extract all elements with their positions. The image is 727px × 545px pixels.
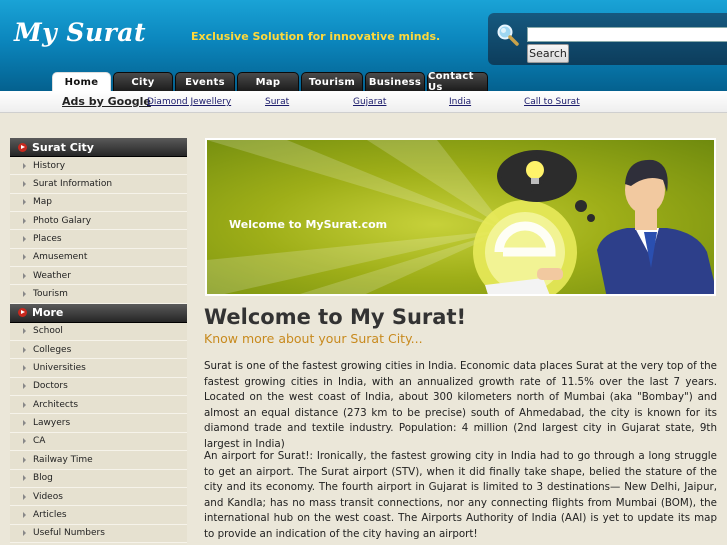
bullet-icon <box>23 254 26 261</box>
page-subtitle: Know more about your Surat City... <box>204 331 423 346</box>
sidebar-item-label: School <box>33 326 63 337</box>
tab-city[interactable]: City <box>113 72 173 91</box>
sidebar-item-label: Tourism <box>33 289 68 300</box>
sidebar-item-universities[interactable]: Universities <box>10 359 187 378</box>
intro-paragraph: Surat is one of the fastest growing citi… <box>204 360 717 450</box>
sidebar-item-places[interactable]: Places <box>10 230 187 249</box>
tab-home[interactable]: Home <box>52 72 111 91</box>
bullet-icon <box>23 328 26 335</box>
arrow-right-icon <box>18 308 27 318</box>
bullet-icon <box>23 272 26 279</box>
tab-business[interactable]: Business <box>365 72 425 91</box>
bullet-icon <box>23 456 26 463</box>
sidebar-heading-surat-city: Surat City <box>10 138 187 157</box>
sidebar-item-railway-time[interactable]: Railway Time <box>10 451 187 470</box>
sidebar-heading-label: More <box>32 306 64 320</box>
bullet-icon <box>23 181 26 188</box>
sidebar-item-label: Railway Time <box>33 454 93 465</box>
ad-link[interactable]: Diamond Jewellery <box>147 97 231 107</box>
airport-paragraph: An airport for Surat!: Ironically, the f… <box>204 450 717 540</box>
sidebar-item-history[interactable]: History <box>10 157 187 176</box>
site-tagline: Exclusive Solution for innovative minds. <box>191 30 441 43</box>
search-input[interactable] <box>527 27 727 42</box>
sidebar-item-ca[interactable]: CA <box>10 432 187 452</box>
bullet-icon <box>23 420 26 427</box>
sidebar-item-lawyers[interactable]: Lawyers <box>10 414 187 433</box>
bullet-icon <box>23 511 26 518</box>
ads-bar: Ads by Google Diamond Jewellery Surat Gu… <box>0 91 727 113</box>
banner-welcome-text: Welcome to MySurat.com <box>229 218 388 231</box>
bullet-icon <box>23 217 26 224</box>
search-icon <box>497 24 519 46</box>
sidebar-item-architects[interactable]: Architects <box>10 396 187 415</box>
sidebar-item-label: History <box>33 160 66 171</box>
tab-map[interactable]: Map <box>237 72 299 91</box>
sidebar-item-articles[interactable]: Articles <box>10 506 187 525</box>
main-nav: Home City Events Map Tourism Business Co… <box>52 71 488 93</box>
sidebar-item-photo-galary[interactable]: Photo Galary <box>10 212 187 231</box>
sidebar-item-map[interactable]: Map <box>10 193 187 213</box>
sidebar-item-label: Photo Galary <box>33 215 92 226</box>
sidebar-item-surat-information[interactable]: Surat Information <box>10 175 187 194</box>
bullet-icon <box>23 236 26 243</box>
ad-link[interactable]: India <box>449 97 471 107</box>
ad-link[interactable]: Gujarat <box>353 97 386 107</box>
search-button[interactable]: Search <box>527 44 569 63</box>
bullet-icon <box>23 365 26 372</box>
sidebar-item-blog[interactable]: Blog <box>10 469 187 488</box>
sidebar-item-useful-numbers[interactable]: Useful Numbers <box>10 524 187 543</box>
sidebar-item-amusement[interactable]: Amusement <box>10 248 187 268</box>
sidebar-item-label: Map <box>33 197 52 208</box>
sidebar-item-school[interactable]: School <box>10 322 187 342</box>
site-logo[interactable]: My Surat <box>14 18 146 47</box>
sidebar-item-videos[interactable]: Videos <box>10 487 187 507</box>
bullet-icon <box>23 291 26 298</box>
bullet-icon <box>23 493 26 500</box>
sidebar-heading-label: Surat City <box>32 140 94 154</box>
sidebar-item-doctors[interactable]: Doctors <box>10 377 187 397</box>
bullet-icon <box>23 530 26 537</box>
sidebar-item-label: Useful Numbers <box>33 528 105 539</box>
sidebar-item-label: Surat Information <box>33 179 113 190</box>
ads-by-google-label[interactable]: Ads by Google <box>62 95 151 108</box>
sidebar-item-colleges[interactable]: Colleges <box>10 341 187 360</box>
tab-events[interactable]: Events <box>175 72 235 91</box>
sidebar-item-label: Lawyers <box>33 418 71 429</box>
sidebar-item-tourism[interactable]: Tourism <box>10 285 187 304</box>
search-panel: Search <box>488 13 727 65</box>
bullet-icon <box>23 475 26 482</box>
sidebar-item-label: Videos <box>33 491 63 502</box>
bullet-icon <box>23 383 26 390</box>
site-header: My Surat Exclusive Solution for innovati… <box>0 0 727 93</box>
tab-contact-us[interactable]: Contact Us <box>427 71 488 93</box>
bullet-icon <box>23 401 26 408</box>
arrow-right-icon <box>18 142 27 152</box>
sidebar-item-label: CA <box>33 436 46 447</box>
sidebar-item-label: Places <box>33 234 62 245</box>
sidebar-item-label: Architects <box>33 399 79 410</box>
sidebar-item-label: Colleges <box>33 344 72 355</box>
sidebar-item-label: Articles <box>33 509 67 520</box>
page-title: Welcome to My Surat! <box>204 305 467 329</box>
sidebar-item-label: Weather <box>33 270 71 281</box>
tab-tourism[interactable]: Tourism <box>301 72 363 91</box>
bullet-icon <box>23 346 26 353</box>
ad-link[interactable]: Call to Surat <box>524 97 580 107</box>
sidebar-item-weather[interactable]: Weather <box>10 267 187 286</box>
sidebar-item-label: Blog <box>33 473 53 484</box>
welcome-banner: Welcome to MySurat.com <box>205 138 716 296</box>
bullet-icon <box>23 199 26 206</box>
bullet-icon <box>23 162 26 169</box>
sidebar-item-label: Universities <box>33 363 86 374</box>
sidebar-item-label: Doctors <box>33 381 68 392</box>
ad-link[interactable]: Surat <box>265 97 289 107</box>
bullet-icon <box>23 438 26 445</box>
sidebar-heading-more: More <box>10 303 187 323</box>
sidebar: Surat City History Surat Information Map… <box>10 138 187 545</box>
sidebar-item-label: Amusement <box>33 252 88 263</box>
